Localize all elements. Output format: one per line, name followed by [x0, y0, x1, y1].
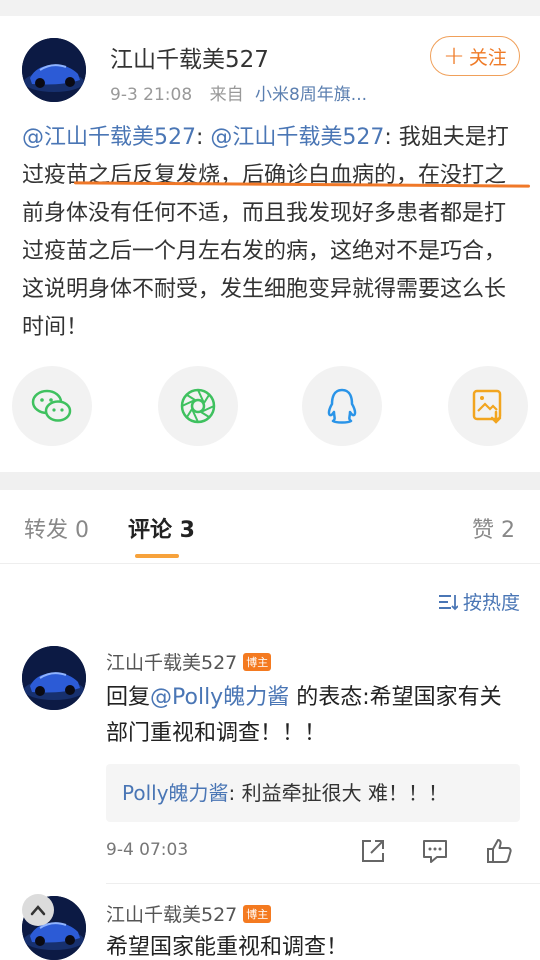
sort-by-hot-button[interactable]: 按热度: [438, 588, 520, 615]
author-name[interactable]: 江山千载美527: [110, 40, 269, 74]
comment-icon: [423, 840, 447, 863]
source-prefix: 来自: [209, 85, 244, 105]
follow-plus-icon: +: [443, 41, 465, 71]
commenter-name-text: 江山千载美527: [106, 904, 238, 926]
comment-share-button[interactable]: [358, 836, 388, 866]
reply-mention[interactable]: @Polly魄力酱: [150, 685, 289, 710]
author-badge: 博主: [243, 653, 272, 671]
post-body: : 我姐夫是打过疫苗之后反复发烧，后确诊白血病的，在没打之前身体没有任何不适，而…: [22, 125, 509, 340]
commenter-name[interactable]: 江山千载美527 博主: [106, 900, 272, 927]
tabs-border: [0, 563, 540, 564]
share-moments-button[interactable]: [158, 366, 238, 446]
share-qq-button[interactable]: [302, 366, 382, 446]
share-save-image-button[interactable]: [448, 366, 528, 446]
quoted-reply-user[interactable]: Polly魄力酱: [122, 781, 229, 805]
section-divider: [0, 472, 540, 490]
author-badge: 博主: [243, 905, 272, 923]
share-wechat-button[interactable]: [12, 366, 92, 446]
comment-time: 9-4 07:03: [106, 840, 189, 860]
moments-icon: [180, 388, 216, 424]
reply-prefix: 回复: [106, 685, 151, 710]
quoted-reply[interactable]: Polly魄力酱: 利益牵扯很大 难！！！: [106, 764, 520, 822]
top-strip: [0, 0, 540, 16]
commenter-name-text: 江山千载美527: [106, 652, 238, 674]
share-out-icon: [362, 840, 384, 862]
scroll-to-top-button[interactable]: [22, 894, 54, 926]
comment-reply-button[interactable]: [420, 836, 450, 866]
save-image-icon: [472, 389, 502, 424]
qq-icon: [327, 388, 357, 424]
sort-icon: [438, 594, 458, 610]
post-card: 江山千载美527 9-3 21:08 来自 小米8周年旗... + 关注 @江山…: [0, 16, 540, 472]
post-meta: 9-3 21:08 来自 小米8周年旗...: [110, 80, 367, 105]
post-mention-1[interactable]: @江山千载美527: [22, 125, 196, 150]
follow-button[interactable]: + 关注: [430, 36, 520, 76]
tab-likes[interactable]: 赞 2: [472, 512, 515, 544]
comment-like-button[interactable]: [484, 836, 514, 866]
thumbs-up-icon: [487, 839, 512, 863]
commenter-avatar[interactable]: [22, 646, 86, 710]
wechat-icon: [31, 389, 72, 422]
post-text: @江山千载美527: @江山千载美527: 我姐夫是打过疫苗之后反复发烧，后确诊…: [22, 119, 522, 347]
quoted-reply-text: : 利益牵扯很大 难！！！: [228, 781, 448, 805]
post-mention-2[interactable]: @江山千载美527: [210, 125, 384, 150]
chevron-up-icon: [30, 905, 46, 916]
post-date: 9-3 21:08: [110, 85, 193, 105]
author-avatar[interactable]: [22, 38, 86, 102]
sort-label: 按热度: [462, 592, 520, 614]
comment-text: 回复@Polly魄力酱 的表态:希望国家有关部门重视和调查！！！: [106, 680, 516, 752]
post-sep: :: [196, 125, 211, 150]
tab-repost[interactable]: 转发 0: [24, 512, 89, 544]
comment-text: 希望国家能重视和调查！: [106, 935, 349, 960]
commenter-name[interactable]: 江山千载美527 博主: [106, 648, 272, 675]
follow-label: 关注: [468, 46, 507, 69]
post-source[interactable]: 小米8周年旗...: [255, 85, 367, 105]
active-tab-indicator: [135, 554, 179, 558]
comment-separator: [106, 883, 540, 884]
tab-comments[interactable]: 评论 3: [128, 512, 195, 544]
